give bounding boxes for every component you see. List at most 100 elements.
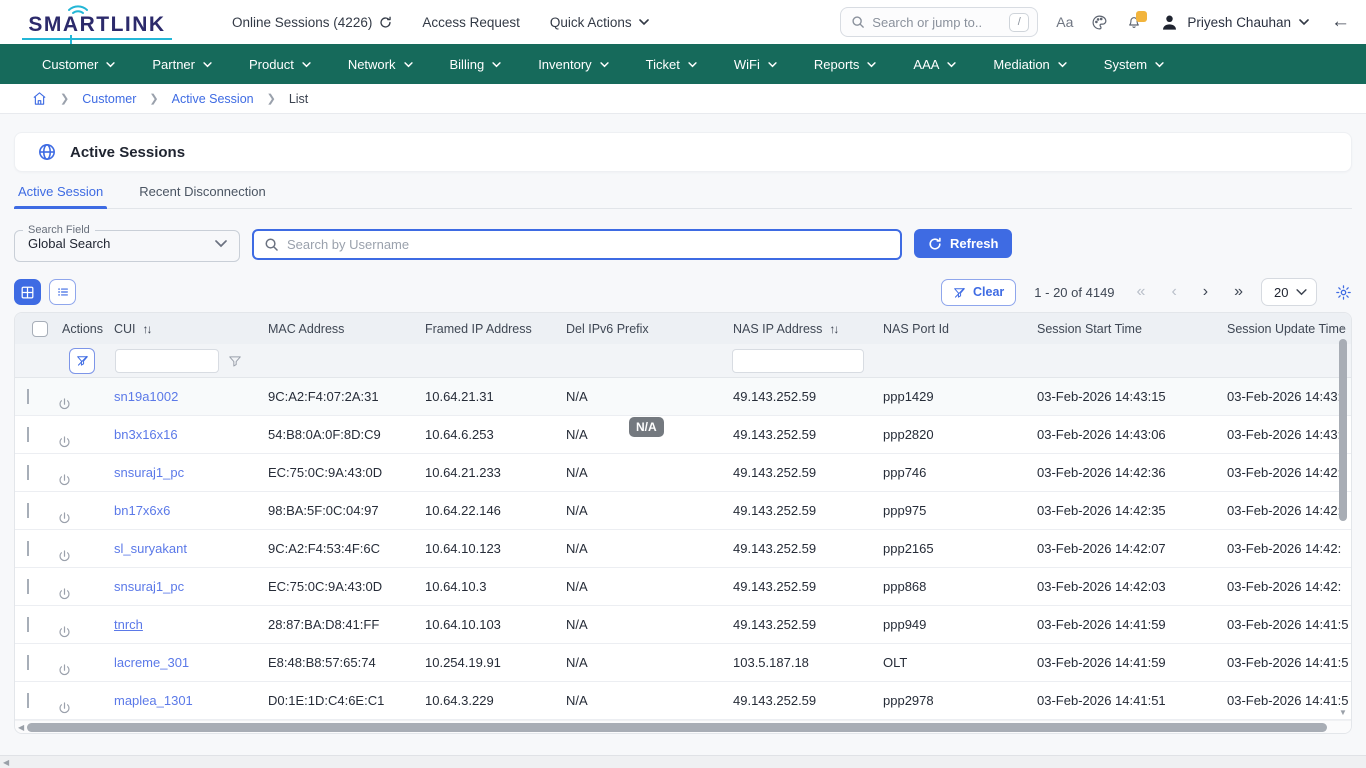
column-header[interactable]: MAC Address bbox=[263, 322, 420, 336]
scroll-down-arrow-icon[interactable]: ▼ bbox=[1339, 708, 1347, 717]
nav-item[interactable]: Network bbox=[348, 57, 413, 72]
access-request-link[interactable]: Access Request bbox=[422, 15, 520, 30]
row-checkbox[interactable] bbox=[27, 465, 29, 480]
cui-link[interactable]: tnrch bbox=[114, 617, 143, 632]
column-header[interactable]: NAS Port Id bbox=[878, 322, 1032, 336]
disconnect-power-icon[interactable] bbox=[57, 511, 109, 526]
search-field-select[interactable]: Search Field Global Search bbox=[14, 224, 240, 262]
cui-link[interactable]: lacreme_301 bbox=[114, 655, 189, 670]
username-search-box[interactable] bbox=[252, 229, 902, 260]
nas-ip-filter-input[interactable] bbox=[732, 349, 864, 373]
row-checkbox[interactable] bbox=[27, 503, 29, 518]
cui-link[interactable]: sl_suryakant bbox=[114, 541, 187, 556]
table-vertical-scrollbar[interactable]: ▲ ▼ bbox=[1338, 323, 1348, 717]
chevron-down-icon bbox=[404, 62, 413, 68]
nav-item[interactable]: WiFi bbox=[734, 57, 777, 72]
back-arrow-icon[interactable]: ← bbox=[1331, 11, 1350, 33]
list-view-button[interactable] bbox=[49, 279, 76, 305]
disconnect-power-icon[interactable] bbox=[57, 701, 109, 716]
page-horizontal-scrollbar[interactable]: ◀ bbox=[0, 755, 1366, 768]
prev-page-button[interactable]: ‹ bbox=[1171, 284, 1176, 300]
nas-port-cell: OLT bbox=[878, 655, 1032, 670]
user-menu[interactable]: Priyesh Chauhan bbox=[1160, 13, 1309, 32]
font-size-toggle[interactable]: Aa bbox=[1056, 14, 1073, 30]
column-header[interactable]: CUI ↑↓ bbox=[109, 322, 263, 336]
nav-item[interactable]: Ticket bbox=[646, 57, 697, 72]
disconnect-power-icon[interactable] bbox=[57, 549, 109, 564]
cui-filter-input[interactable] bbox=[115, 349, 219, 373]
global-search-input[interactable] bbox=[872, 15, 982, 30]
page-size-select[interactable]: 20 bbox=[1261, 278, 1317, 306]
column-header[interactable]: Del IPv6 Prefix bbox=[561, 322, 728, 336]
nav-item[interactable]: Inventory bbox=[538, 57, 608, 72]
nav-item[interactable]: Billing bbox=[450, 57, 502, 72]
sort-icon[interactable]: ↑↓ bbox=[143, 322, 151, 336]
cui-link[interactable]: bn3x16x16 bbox=[114, 427, 178, 442]
quick-actions-menu[interactable]: Quick Actions bbox=[550, 15, 649, 30]
tab-recent-disconnection[interactable]: Recent Disconnection bbox=[137, 181, 267, 208]
nav-item[interactable]: Customer bbox=[42, 57, 115, 72]
column-header[interactable]: Framed IP Address bbox=[420, 322, 561, 336]
column-header[interactable]: NAS IP Address ↑↓ bbox=[728, 322, 878, 336]
cui-link[interactable]: maplea_1301 bbox=[114, 693, 193, 708]
funnel-icon[interactable] bbox=[228, 354, 242, 368]
disconnect-power-icon[interactable] bbox=[57, 473, 109, 488]
session-update-cell: 03-Feb-2026 14:42: bbox=[1222, 579, 1352, 594]
column-header-label: Framed IP Address bbox=[425, 322, 532, 336]
disconnect-power-icon[interactable] bbox=[57, 587, 109, 602]
brand-logo[interactable]: SMARTLINK bbox=[22, 5, 172, 40]
breadcrumb: ❯ Customer ❯ Active Session ❯ List bbox=[0, 84, 1366, 114]
vertical-scroll-thumb[interactable] bbox=[1339, 339, 1347, 521]
nav-item[interactable]: System bbox=[1104, 57, 1164, 72]
row-checkbox[interactable] bbox=[27, 541, 29, 556]
nav-item[interactable]: Reports bbox=[814, 57, 877, 72]
scroll-up-arrow-icon[interactable]: ▲ bbox=[1339, 323, 1347, 332]
first-page-button[interactable]: « bbox=[1137, 284, 1146, 300]
disconnect-power-icon[interactable] bbox=[57, 397, 109, 412]
grid-view-button[interactable] bbox=[14, 279, 41, 305]
breadcrumb-link[interactable]: Customer bbox=[82, 92, 136, 106]
select-all-checkbox[interactable] bbox=[32, 321, 48, 337]
scroll-left-arrow-icon[interactable]: ◀ bbox=[3, 758, 9, 767]
theme-palette-icon[interactable] bbox=[1091, 14, 1108, 31]
global-search-box[interactable]: / bbox=[840, 7, 1038, 37]
row-checkbox[interactable] bbox=[27, 655, 29, 670]
cui-link[interactable]: bn17x6x6 bbox=[114, 503, 170, 518]
table-horizontal-scrollbar[interactable]: ◀ bbox=[15, 720, 1351, 733]
nav-item[interactable]: Partner bbox=[152, 57, 212, 72]
sort-icon[interactable]: ↑↓ bbox=[829, 322, 837, 336]
disconnect-power-icon[interactable] bbox=[57, 625, 109, 640]
horizontal-scroll-thumb[interactable] bbox=[27, 723, 1327, 732]
table-settings-gear-icon[interactable] bbox=[1335, 284, 1352, 301]
column-header[interactable]: Actions bbox=[57, 322, 109, 336]
row-checkbox[interactable] bbox=[27, 427, 29, 442]
home-icon[interactable] bbox=[32, 91, 47, 106]
disconnect-power-icon[interactable] bbox=[57, 435, 109, 450]
filter-toggle-button[interactable] bbox=[69, 348, 95, 374]
row-checkbox[interactable] bbox=[27, 579, 29, 594]
username-search-input[interactable] bbox=[287, 237, 900, 252]
column-header[interactable]: Session Update Time bbox=[1222, 322, 1352, 336]
online-sessions-link[interactable]: Online Sessions (4226) bbox=[232, 15, 392, 30]
cui-link[interactable]: sn19a1002 bbox=[114, 389, 178, 404]
tab-active-session[interactable]: Active Session bbox=[16, 181, 105, 208]
cui-link[interactable]: snsuraj1_pc bbox=[114, 579, 184, 594]
row-checkbox[interactable] bbox=[27, 389, 29, 404]
nav-item[interactable]: Product bbox=[249, 57, 311, 72]
nav-item[interactable]: Mediation bbox=[993, 57, 1066, 72]
refresh-button[interactable]: Refresh bbox=[914, 229, 1012, 258]
notifications-bell-icon[interactable] bbox=[1126, 14, 1142, 30]
row-checkbox[interactable] bbox=[27, 617, 29, 632]
clear-filters-button[interactable]: Clear bbox=[941, 279, 1016, 306]
scroll-left-arrow-icon[interactable]: ◀ bbox=[18, 723, 24, 732]
refresh-sessions-icon[interactable] bbox=[379, 16, 392, 29]
nav-item-label: Ticket bbox=[646, 57, 680, 72]
row-checkbox[interactable] bbox=[27, 693, 29, 708]
column-header[interactable]: Session Start Time bbox=[1032, 322, 1222, 336]
breadcrumb-link[interactable]: Active Session bbox=[172, 92, 254, 106]
last-page-button[interactable]: » bbox=[1234, 284, 1243, 300]
cui-link[interactable]: snsuraj1_pc bbox=[114, 465, 184, 480]
disconnect-power-icon[interactable] bbox=[57, 663, 109, 678]
next-page-button[interactable]: › bbox=[1203, 284, 1208, 300]
nav-item[interactable]: AAA bbox=[913, 57, 956, 72]
